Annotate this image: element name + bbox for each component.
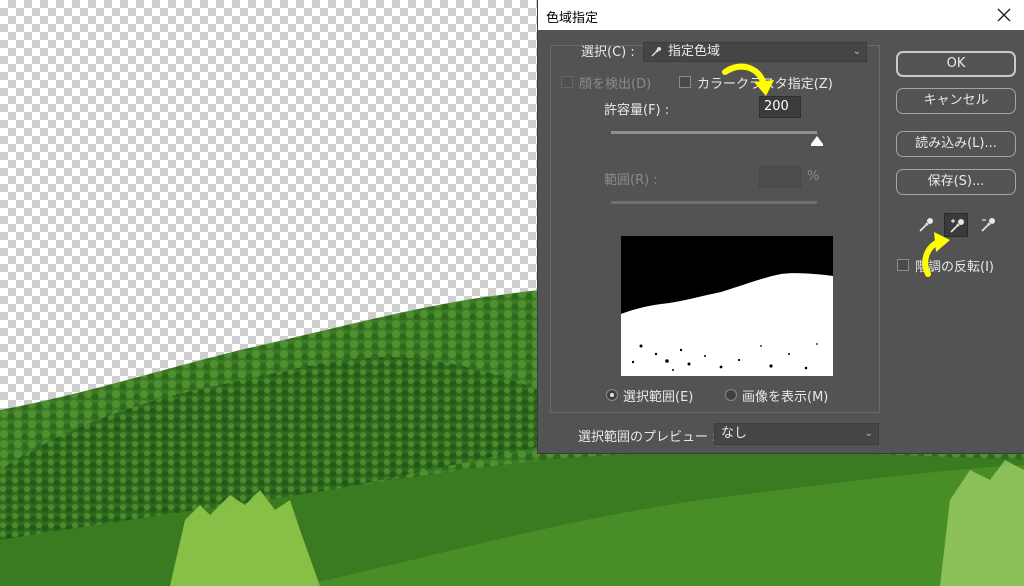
fuzziness-input[interactable]: 200 bbox=[759, 96, 801, 118]
range-input[interactable] bbox=[759, 166, 801, 188]
detect-faces-checkbox[interactable] bbox=[561, 76, 573, 88]
close-icon[interactable] bbox=[993, 4, 1015, 26]
select-value: 指定色域 bbox=[668, 44, 721, 59]
range-unit: % bbox=[807, 169, 820, 184]
dialog-titlebar[interactable]: 色域指定 bbox=[538, 0, 1024, 30]
selection-preview-label: 選択範囲のプレビュー : bbox=[578, 430, 717, 445]
invert-label: 階調の反転(I) bbox=[915, 260, 994, 275]
select-label: 選択(C) : bbox=[581, 45, 635, 60]
fuzziness-slider-track[interactable] bbox=[611, 131, 817, 134]
settings-group: 選択(C) : 指定色域 ⌄ 顔を検出(D) カラークラスタ指定(Z) 許容量(… bbox=[550, 42, 880, 413]
eyedropper-icon[interactable] bbox=[914, 213, 938, 237]
load-button[interactable]: 読み込み(L)... bbox=[896, 131, 1016, 157]
selection-preview-value: なし bbox=[721, 426, 748, 441]
chevron-down-icon: ⌄ bbox=[852, 46, 861, 57]
selection-preview-image bbox=[621, 236, 833, 376]
ok-button[interactable]: OK bbox=[896, 51, 1016, 77]
eyedropper-plus-icon[interactable] bbox=[944, 213, 968, 237]
eyedropper-icon bbox=[651, 47, 661, 57]
cancel-button[interactable]: キャンセル bbox=[896, 88, 1016, 114]
range-label: 範囲(R) : bbox=[604, 173, 658, 188]
range-slider-track[interactable] bbox=[611, 201, 817, 204]
localized-clusters-checkbox[interactable] bbox=[679, 76, 691, 88]
view-image-label: 画像を表示(M) bbox=[742, 390, 829, 405]
invert-checkbox[interactable] bbox=[897, 259, 909, 271]
view-selection-label: 選択範囲(E) bbox=[623, 390, 694, 405]
color-range-dialog: 色域指定 選択(C) : 指定色域 ⌄ 顔を検出(D) カラークラスタ指定(Z)… bbox=[537, 0, 1024, 454]
save-button[interactable]: 保存(S)... bbox=[896, 169, 1016, 195]
select-dropdown[interactable]: 指定色域 ⌄ bbox=[643, 42, 867, 62]
fuzziness-label: 許容量(F) : bbox=[604, 103, 670, 118]
view-selection-radio[interactable] bbox=[606, 389, 618, 401]
chevron-down-icon: ⌄ bbox=[864, 428, 873, 439]
fuzziness-slider-thumb[interactable] bbox=[811, 136, 823, 146]
localized-clusters-label: カラークラスタ指定(Z) bbox=[697, 77, 833, 92]
dialog-title: 色域指定 bbox=[546, 11, 599, 26]
view-image-radio[interactable] bbox=[725, 389, 737, 401]
eyedropper-minus-icon[interactable] bbox=[976, 213, 1000, 237]
selection-preview-dropdown[interactable]: なし ⌄ bbox=[714, 423, 879, 445]
detect-faces-label: 顔を検出(D) bbox=[579, 77, 652, 92]
